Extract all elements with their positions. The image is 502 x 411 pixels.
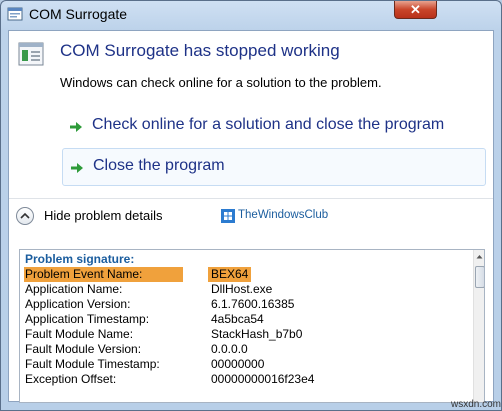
check-online-button[interactable]: Check online for a solution and close th…	[62, 108, 486, 146]
detail-key: Application Version:	[25, 297, 131, 311]
detail-row: Application Timestamp: 4a5bca54	[20, 312, 468, 328]
vertical-scrollbar[interactable]	[473, 250, 485, 402]
close-program-label: Close the program	[93, 157, 225, 174]
detail-row: Application Name: DllHost.exe	[20, 282, 468, 298]
hide-details-toggle[interactable]: Hide problem details	[16, 207, 171, 229]
dialog-subtext: Windows can check online for a solution …	[60, 75, 382, 90]
detail-value: 00000000	[211, 357, 265, 371]
detail-row: Fault Module Version: 0.0.0.0	[20, 342, 468, 358]
detail-value: StackHash_b7b0	[211, 327, 303, 341]
dialog-heading: COM Surrogate has stopped working	[60, 41, 340, 60]
detail-value: 00000000016f23e4	[211, 372, 315, 386]
green-arrow-icon	[70, 122, 82, 132]
divider	[9, 198, 493, 199]
detail-row: Fault Module Timestamp: 00000000	[20, 357, 468, 373]
program-icon	[18, 42, 44, 66]
detail-row: Fault Module Name: StackHash_b7b0	[20, 327, 468, 343]
detail-key: Fault Module Version:	[25, 342, 142, 356]
check-online-label: Check online for a solution and close th…	[92, 116, 445, 133]
scrollbar-thumb[interactable]	[475, 266, 484, 288]
detail-value: BEX64	[211, 267, 249, 281]
detail-value: 0.0.0.0	[211, 342, 248, 356]
problem-details-box[interactable]: Problem signature: Problem Event Name: B…	[19, 249, 485, 403]
detail-key: Exception Offset:	[25, 372, 117, 386]
close-icon: ✕	[410, 2, 421, 17]
detail-value: 6.1.7600.16385	[211, 297, 295, 311]
chevron-up-icon	[16, 207, 34, 225]
green-arrow-icon	[71, 163, 83, 173]
detail-key: Fault Module Timestamp:	[25, 357, 160, 371]
problem-signature-header: Problem signature:	[25, 252, 135, 266]
detail-value: 4a5bca54	[211, 312, 264, 326]
windows-logo-icon	[221, 209, 235, 223]
title-bar[interactable]: COM Surrogate ✕	[1, 1, 501, 29]
detail-row: Problem Event Name: BEX64	[20, 267, 468, 283]
detail-key: Problem Event Name:	[25, 267, 143, 281]
hide-details-label: Hide problem details	[44, 208, 163, 223]
close-button[interactable]: ✕	[394, 1, 437, 19]
dialog-content: COM Surrogate has stopped working Window…	[8, 30, 494, 403]
detail-key: Fault Module Name:	[25, 327, 134, 341]
error-dialog-window: COM Surrogate ✕ COM Surrogate has stoppe…	[0, 0, 502, 411]
app-window-icon	[7, 7, 23, 21]
window-title: COM Surrogate	[29, 6, 128, 22]
corner-watermark: wsxdn.com	[451, 399, 502, 410]
watermark-text: TheWindowsClub	[238, 209, 329, 221]
close-program-button[interactable]: Close the program	[62, 148, 486, 186]
detail-key: Application Name:	[25, 282, 123, 296]
detail-key: Application Timestamp:	[25, 312, 150, 326]
scroll-up-arrow-icon[interactable]	[474, 250, 485, 264]
detail-value: DllHost.exe	[211, 282, 273, 296]
detail-row: Exception Offset: 00000000016f23e4	[20, 372, 468, 388]
detail-row: Application Version: 6.1.7600.16385	[20, 297, 468, 313]
